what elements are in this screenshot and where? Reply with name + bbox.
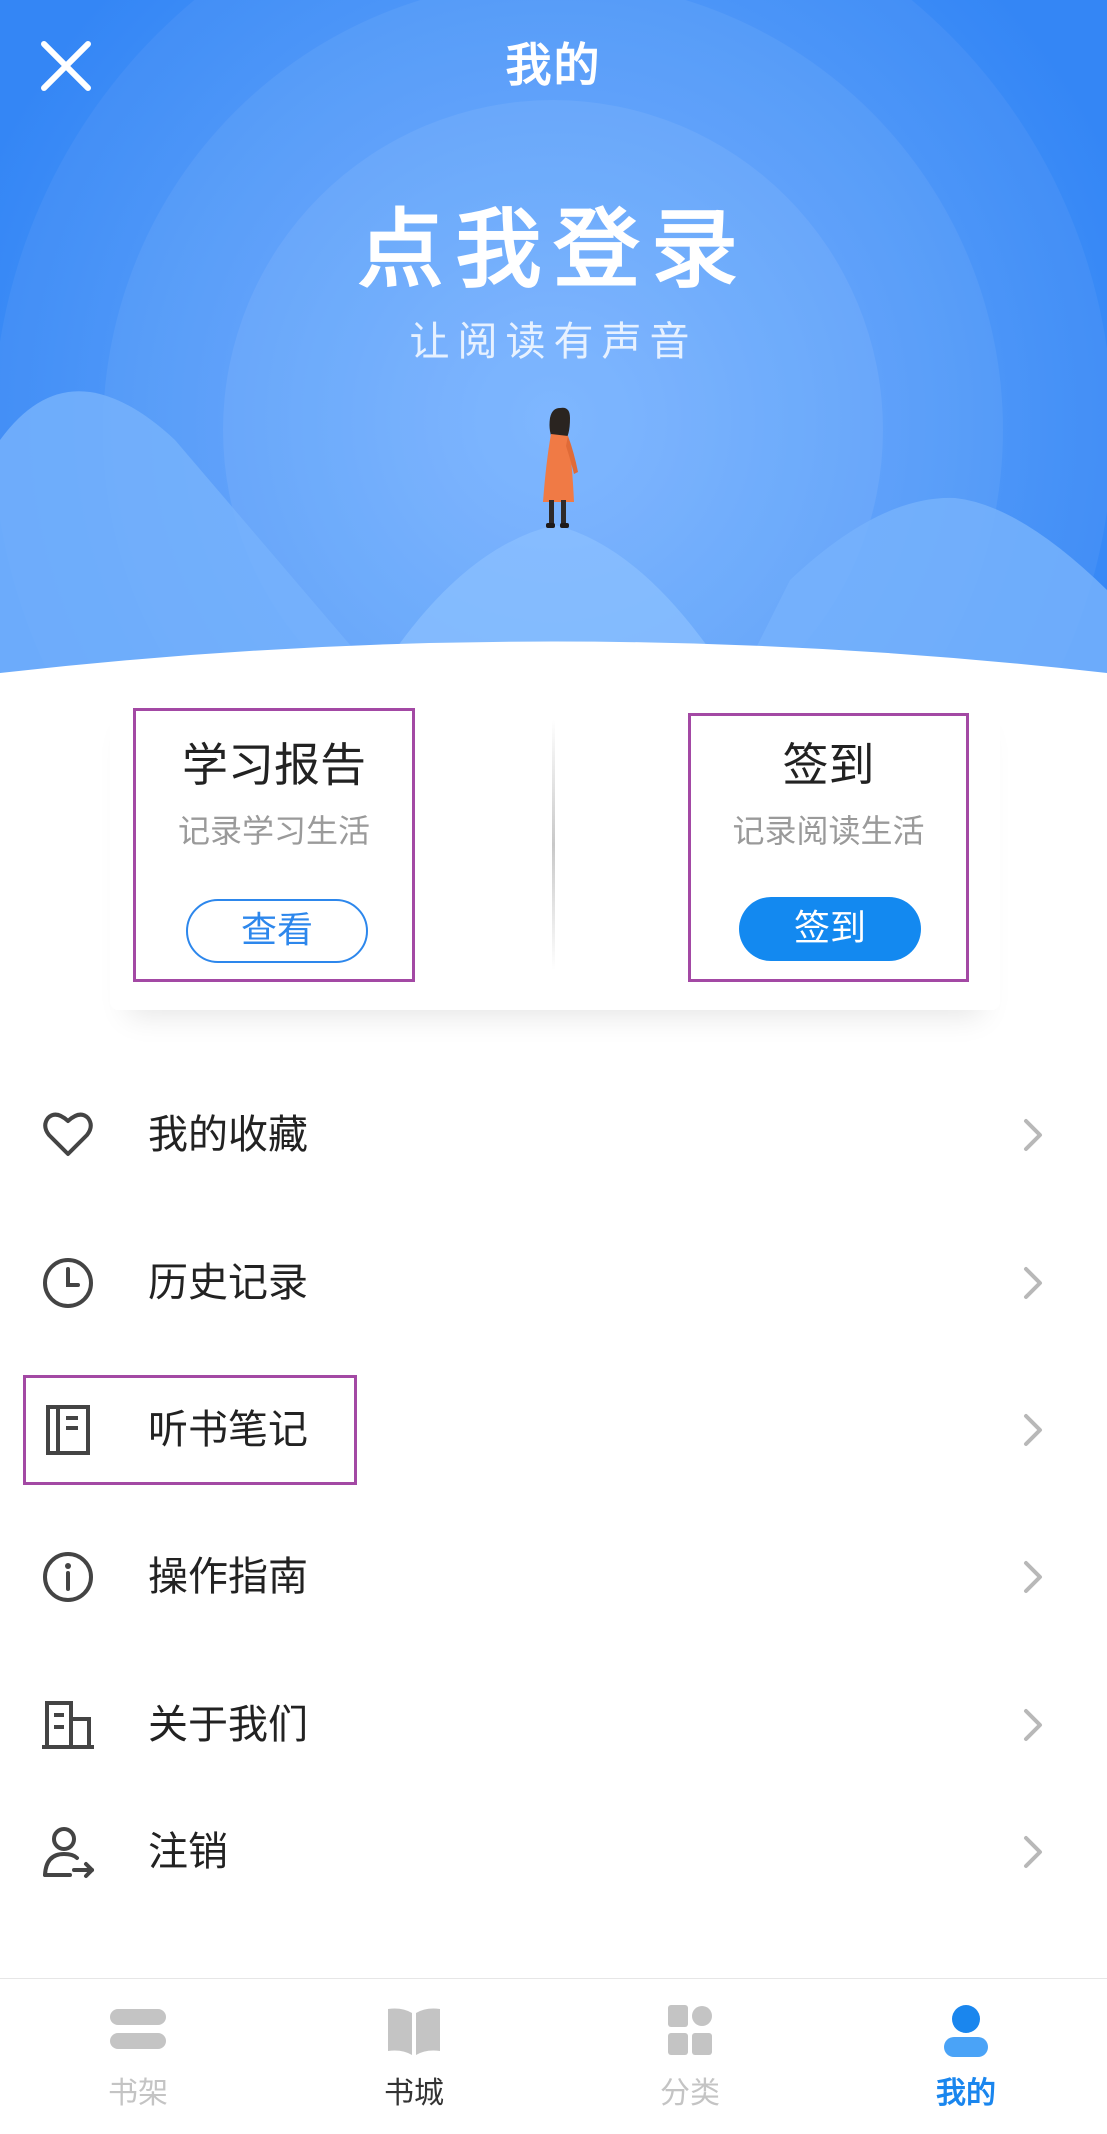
menu-item-label: 关于我们 — [148, 1702, 308, 1748]
info-icon — [43, 1552, 93, 1602]
tab-category[interactable]: 分类 — [552, 1979, 828, 2134]
view-report-button[interactable]: 查看 — [186, 899, 368, 963]
chevron-right-icon — [1024, 1267, 1042, 1299]
user-logout-icon — [43, 1827, 94, 1878]
menu-item-guide[interactable]: 操作指南 — [0, 1522, 1107, 1632]
tab-label: 我的 — [936, 2076, 996, 2111]
checkin-button[interactable]: 签到 — [739, 897, 921, 961]
page-title: 我的 — [505, 38, 602, 92]
menu-item-logout[interactable]: 注销 — [0, 1797, 1107, 1907]
checkin-subtitle: 记录阅读生活 — [732, 812, 925, 850]
chevron-right-icon — [1024, 1119, 1042, 1151]
user-icon — [944, 2005, 988, 2057]
tab-label: 分类 — [660, 2076, 720, 2111]
study-report-subtitle: 记录学习生活 — [177, 812, 370, 850]
login-slogan: 让阅读有声音 — [409, 319, 698, 365]
tab-label: 书城 — [384, 2076, 444, 2111]
heart-icon — [43, 1112, 93, 1156]
chevron-right-icon — [1024, 1414, 1042, 1446]
book-open-icon — [388, 2008, 440, 2055]
building-icon — [42, 1701, 94, 1749]
card-divider — [552, 720, 555, 970]
menu-item-label: 我的收藏 — [148, 1112, 308, 1158]
checkin-block: 签到 记录阅读生活 签到 — [688, 713, 969, 982]
reader-figure-illustration — [543, 407, 578, 528]
chevron-right-icon — [1024, 1836, 1042, 1868]
menu-item-history[interactable]: 历史记录 — [0, 1228, 1107, 1338]
tab-bookstore[interactable]: 书城 — [276, 1979, 552, 2134]
menu-item-label: 历史记录 — [148, 1260, 308, 1306]
menu-item-label: 注销 — [148, 1829, 228, 1875]
tab-bookshelf[interactable]: 书架 — [0, 1979, 276, 2134]
study-report-block: 学习报告 记录学习生活 查看 — [133, 708, 415, 982]
highlight-frame — [23, 1375, 357, 1485]
menu-item-label: 操作指南 — [148, 1554, 308, 1600]
category-grid-icon — [668, 2005, 712, 2055]
login-prompt[interactable]: 点我登录 — [0, 195, 1107, 305]
tab-mine[interactable]: 我的 — [828, 1979, 1104, 2134]
tab-label: 书架 — [108, 2076, 168, 2111]
study-report-title: 学习报告 — [182, 738, 366, 792]
bookshelf-icon — [110, 2009, 166, 2049]
clock-icon — [43, 1258, 93, 1308]
bottom-tab-bar: 书架 书城 分类 我的 — [0, 1978, 1107, 2134]
menu-item-favorites[interactable]: 我的收藏 — [0, 1080, 1107, 1190]
chevron-right-icon — [1024, 1709, 1042, 1741]
checkin-title: 签到 — [782, 738, 875, 792]
menu-item-about[interactable]: 关于我们 — [0, 1670, 1107, 1780]
chevron-right-icon — [1024, 1561, 1042, 1593]
profile-header: 我的 点我登录 让阅读有声音 — [0, 0, 1107, 680]
